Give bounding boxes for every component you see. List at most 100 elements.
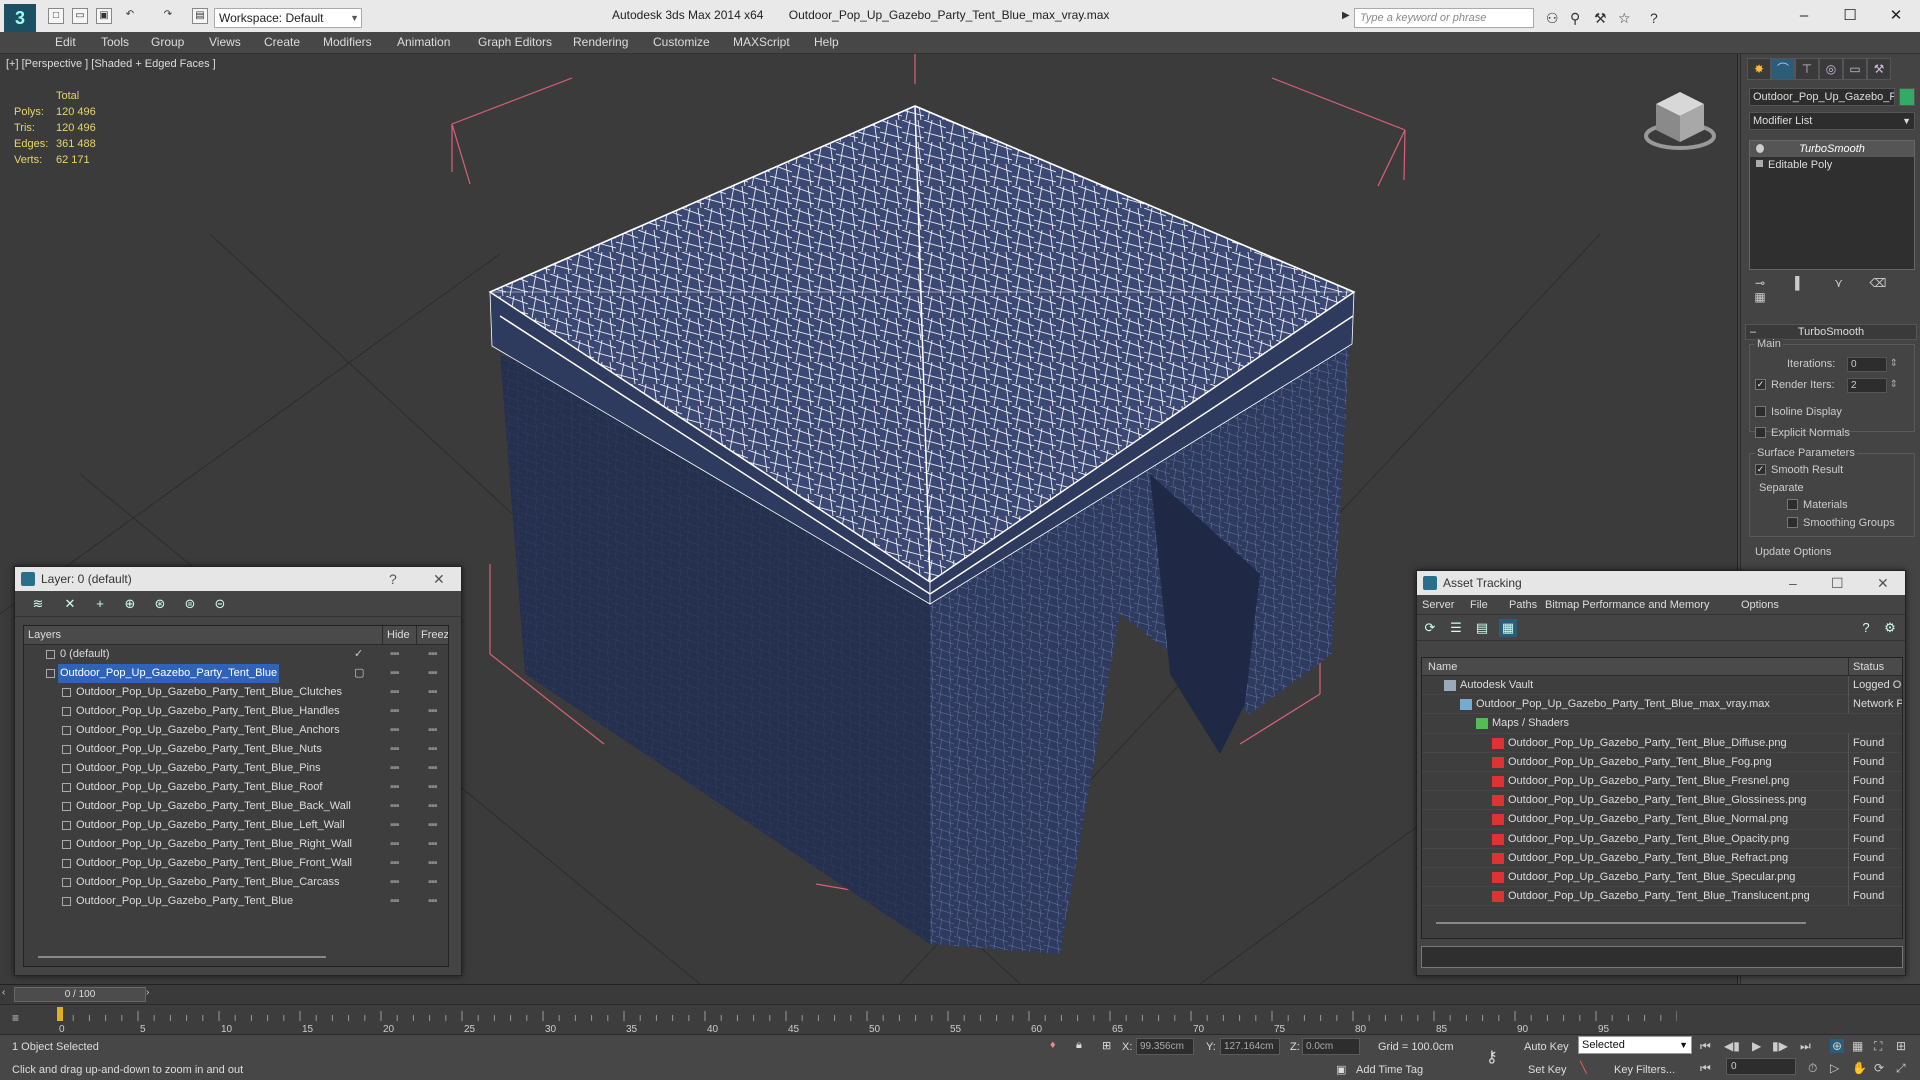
layer-row[interactable]: Outdoor_Pop_Up_Gazebo_Party_Tent_Blue_Ca… — [24, 873, 448, 892]
set-current-layer-icon[interactable]: ▢ — [354, 664, 364, 683]
maximize-icon[interactable]: ☐ — [1831, 571, 1844, 595]
y-coordinate-field[interactable]: 127.164cm — [1220, 1038, 1280, 1055]
hide-toggle[interactable]: ▪▪▪ — [390, 835, 400, 854]
go-to-start-icon[interactable]: ⏮ — [1700, 1039, 1711, 1054]
absolute-mode-icon[interactable]: ⊞ — [1102, 1039, 1111, 1052]
modify-tab-icon[interactable]: ⌒ — [1771, 58, 1795, 80]
freeze-toggle[interactable]: ▪▪▪ — [428, 816, 438, 835]
current-frame-field[interactable]: 0 — [1726, 1058, 1796, 1075]
time-config-icon[interactable]: ⏱ — [1808, 1061, 1817, 1076]
key-mode-icon[interactable]: ⏮ — [1700, 1061, 1711, 1076]
highlight-layer-icon[interactable]: ⊛ — [151, 595, 169, 613]
time-slider-thumb[interactable]: 0 / 100 — [14, 987, 146, 1002]
layer-row[interactable]: Outdoor_Pop_Up_Gazebo_Party_Tent_Blue_Ba… — [24, 797, 448, 816]
menu-modifiers[interactable]: Modifiers — [323, 35, 372, 49]
asset-row[interactable]: Outdoor_Pop_Up_Gazebo_Party_Tent_Blue_Di… — [1422, 733, 1902, 753]
hide-toggle[interactable]: ▪▪▪ — [390, 816, 400, 835]
render-iters-checkbox[interactable]: ✓ — [1755, 379, 1766, 390]
z-coordinate-field[interactable]: 0.0cm — [1302, 1038, 1360, 1055]
hide-toggle[interactable]: ▪▪▪ — [390, 759, 400, 778]
app-logo[interactable]: 3 — [4, 4, 36, 32]
hide-toggle[interactable]: ▪▪▪ — [390, 721, 400, 740]
materials-checkbox[interactable] — [1787, 499, 1798, 510]
asset-row[interactable]: Outdoor_Pop_Up_Gazebo_Party_Tent_Blue_Op… — [1422, 829, 1902, 849]
select-layer-icon[interactable]: ⊕ — [121, 595, 139, 613]
freeze-all-icon[interactable]: ⊝ — [211, 595, 229, 613]
asset-row[interactable]: Outdoor_Pop_Up_Gazebo_Party_Tent_Blue_Re… — [1422, 848, 1902, 868]
minimize-icon[interactable]: – — [1789, 571, 1797, 595]
detail-view-icon[interactable]: ▤ — [1473, 619, 1491, 637]
asset-row[interactable]: Outdoor_Pop_Up_Gazebo_Party_Tent_Blue_Fo… — [1422, 752, 1902, 772]
menu-edit[interactable]: Edit — [55, 35, 76, 49]
show-end-result-icon[interactable]: ▌ — [1788, 276, 1810, 290]
freeze-toggle[interactable]: ▪▪▪ — [428, 778, 438, 797]
hide-toggle[interactable]: ▪▪▪ — [390, 702, 400, 721]
auto-key-button[interactable]: Auto Key — [1524, 1041, 1569, 1053]
stack-item-turbosmooth[interactable]: TurboSmooth — [1750, 141, 1914, 157]
layer-row[interactable]: Outdoor_Pop_Up_Gazebo_Party_Tent_Blue_Nu… — [24, 740, 448, 759]
modifier-stack[interactable]: TurboSmooth Editable Poly — [1749, 140, 1915, 270]
binoculars-icon[interactable]: ⚇ — [1546, 10, 1559, 27]
list-view-icon[interactable]: ☰ — [1447, 619, 1465, 637]
chevron-right-icon[interactable]: › — [146, 987, 149, 998]
zoom-extents-icon[interactable]: ⛶ — [1874, 1039, 1882, 1054]
play-icon[interactable]: ▶ — [1752, 1039, 1761, 1053]
redo-icon[interactable]: ↷ — [160, 8, 176, 24]
asset-row[interactable]: Outdoor_Pop_Up_Gazebo_Party_Tent_Blue_No… — [1422, 810, 1902, 830]
close-icon[interactable]: ✕ — [433, 567, 445, 591]
hide-toggle[interactable]: ▪▪▪ — [390, 740, 400, 759]
viewport-label[interactable]: [+] [Perspective ] [Shaded + Edged Faces… — [6, 58, 216, 70]
help-icon[interactable]: ? — [1650, 10, 1658, 26]
configure-sets-icon[interactable]: ▦ — [1749, 290, 1771, 304]
time-slider[interactable]: ‹ 0 / 100 › — [0, 984, 1920, 1004]
menu-tools[interactable]: Tools — [101, 35, 129, 49]
create-layer-icon[interactable]: + — [91, 595, 109, 613]
key-icon[interactable]: ⚷ — [1486, 1047, 1498, 1067]
layer-row[interactable]: Outdoor_Pop_Up_Gazebo_Party_Tent_Blue ▢ ▪▪… — [24, 664, 448, 683]
menu-customize[interactable]: Customize — [653, 35, 710, 49]
object-color-swatch[interactable] — [1899, 88, 1915, 106]
layer-row[interactable]: Outdoor_Pop_Up_Gazebo_Party_Tent_Blue_Fr… — [24, 854, 448, 873]
asset-row[interactable]: Autodesk Vault Logged Out — [1422, 676, 1902, 696]
name-column-header[interactable]: Name — [1428, 658, 1457, 676]
iterations-spinner[interactable]: 0 — [1847, 357, 1898, 372]
create-tab-icon[interactable]: ✸ — [1747, 58, 1771, 80]
previous-frame-icon[interactable]: ◀▮ — [1724, 1039, 1740, 1053]
minimize-button[interactable]: – — [1784, 5, 1824, 27]
menu-animation[interactable]: Animation — [397, 35, 450, 49]
layer-row[interactable]: Outdoor_Pop_Up_Gazebo_Party_Tent_Blue_Le… — [24, 816, 448, 835]
set-key-button[interactable]: Set Key — [1528, 1064, 1567, 1076]
asset-row[interactable]: Outdoor_Pop_Up_Gazebo_Party_Tent_Blue_ma… — [1422, 695, 1902, 715]
help-icon[interactable]: ? — [389, 567, 397, 591]
explicit-normals-checkbox[interactable] — [1755, 427, 1766, 438]
hide-toggle[interactable]: ▪▪▪ — [390, 892, 400, 911]
go-to-end-icon[interactable]: ⏭ — [1800, 1039, 1811, 1054]
time-tag-icon[interactable]: ▣ — [1336, 1063, 1346, 1076]
menu-views[interactable]: Views — [209, 35, 241, 49]
maximize-button[interactable]: ☐ — [1830, 5, 1870, 27]
save-file-icon[interactable]: ▣ — [96, 8, 112, 24]
mini-curve-editor-icon[interactable]: ≡ — [12, 1011, 19, 1025]
layer-row[interactable]: Outdoor_Pop_Up_Gazebo_Party_Tent_Blue_Cl… — [24, 683, 448, 702]
utilities-tab-icon[interactable]: ⚒ — [1867, 58, 1891, 80]
display-tab-icon[interactable]: ▭ — [1843, 58, 1867, 80]
project-folder-icon[interactable]: ▤ — [192, 8, 208, 24]
expand-icon[interactable] — [1756, 160, 1763, 167]
close-icon[interactable]: ✕ — [1877, 571, 1889, 595]
pan-icon[interactable]: ✋ — [1852, 1061, 1867, 1075]
layer-row[interactable]: Outdoor_Pop_Up_Gazebo_Party_Tent_Blue_Ro… — [24, 778, 448, 797]
hide-toggle[interactable]: ▪▪▪ — [390, 854, 400, 873]
layer-row[interactable]: Outdoor_Pop_Up_Gazebo_Party_Tent_Blue_An… — [24, 721, 448, 740]
asset-menu-server[interactable]: Server — [1422, 595, 1454, 615]
asset-scrollbar[interactable] — [1436, 922, 1806, 924]
stack-item-editable-poly[interactable]: Editable Poly — [1750, 157, 1914, 173]
close-button[interactable]: ✕ — [1876, 5, 1916, 27]
freeze-column-header[interactable]: Freeze — [416, 626, 448, 645]
delete-layer-icon[interactable]: ✕ — [61, 595, 79, 613]
hierarchy-tab-icon[interactable]: ⊤ — [1795, 58, 1819, 80]
search-input[interactable]: Type a keyword or phrase — [1354, 8, 1534, 28]
isoline-display-checkbox[interactable] — [1755, 406, 1766, 417]
remove-modifier-icon[interactable]: ⌫ — [1867, 276, 1889, 290]
selection-set-dropdown[interactable]: Selected ▼ — [1578, 1036, 1692, 1054]
freeze-toggle[interactable]: ▪▪▪ — [428, 721, 438, 740]
